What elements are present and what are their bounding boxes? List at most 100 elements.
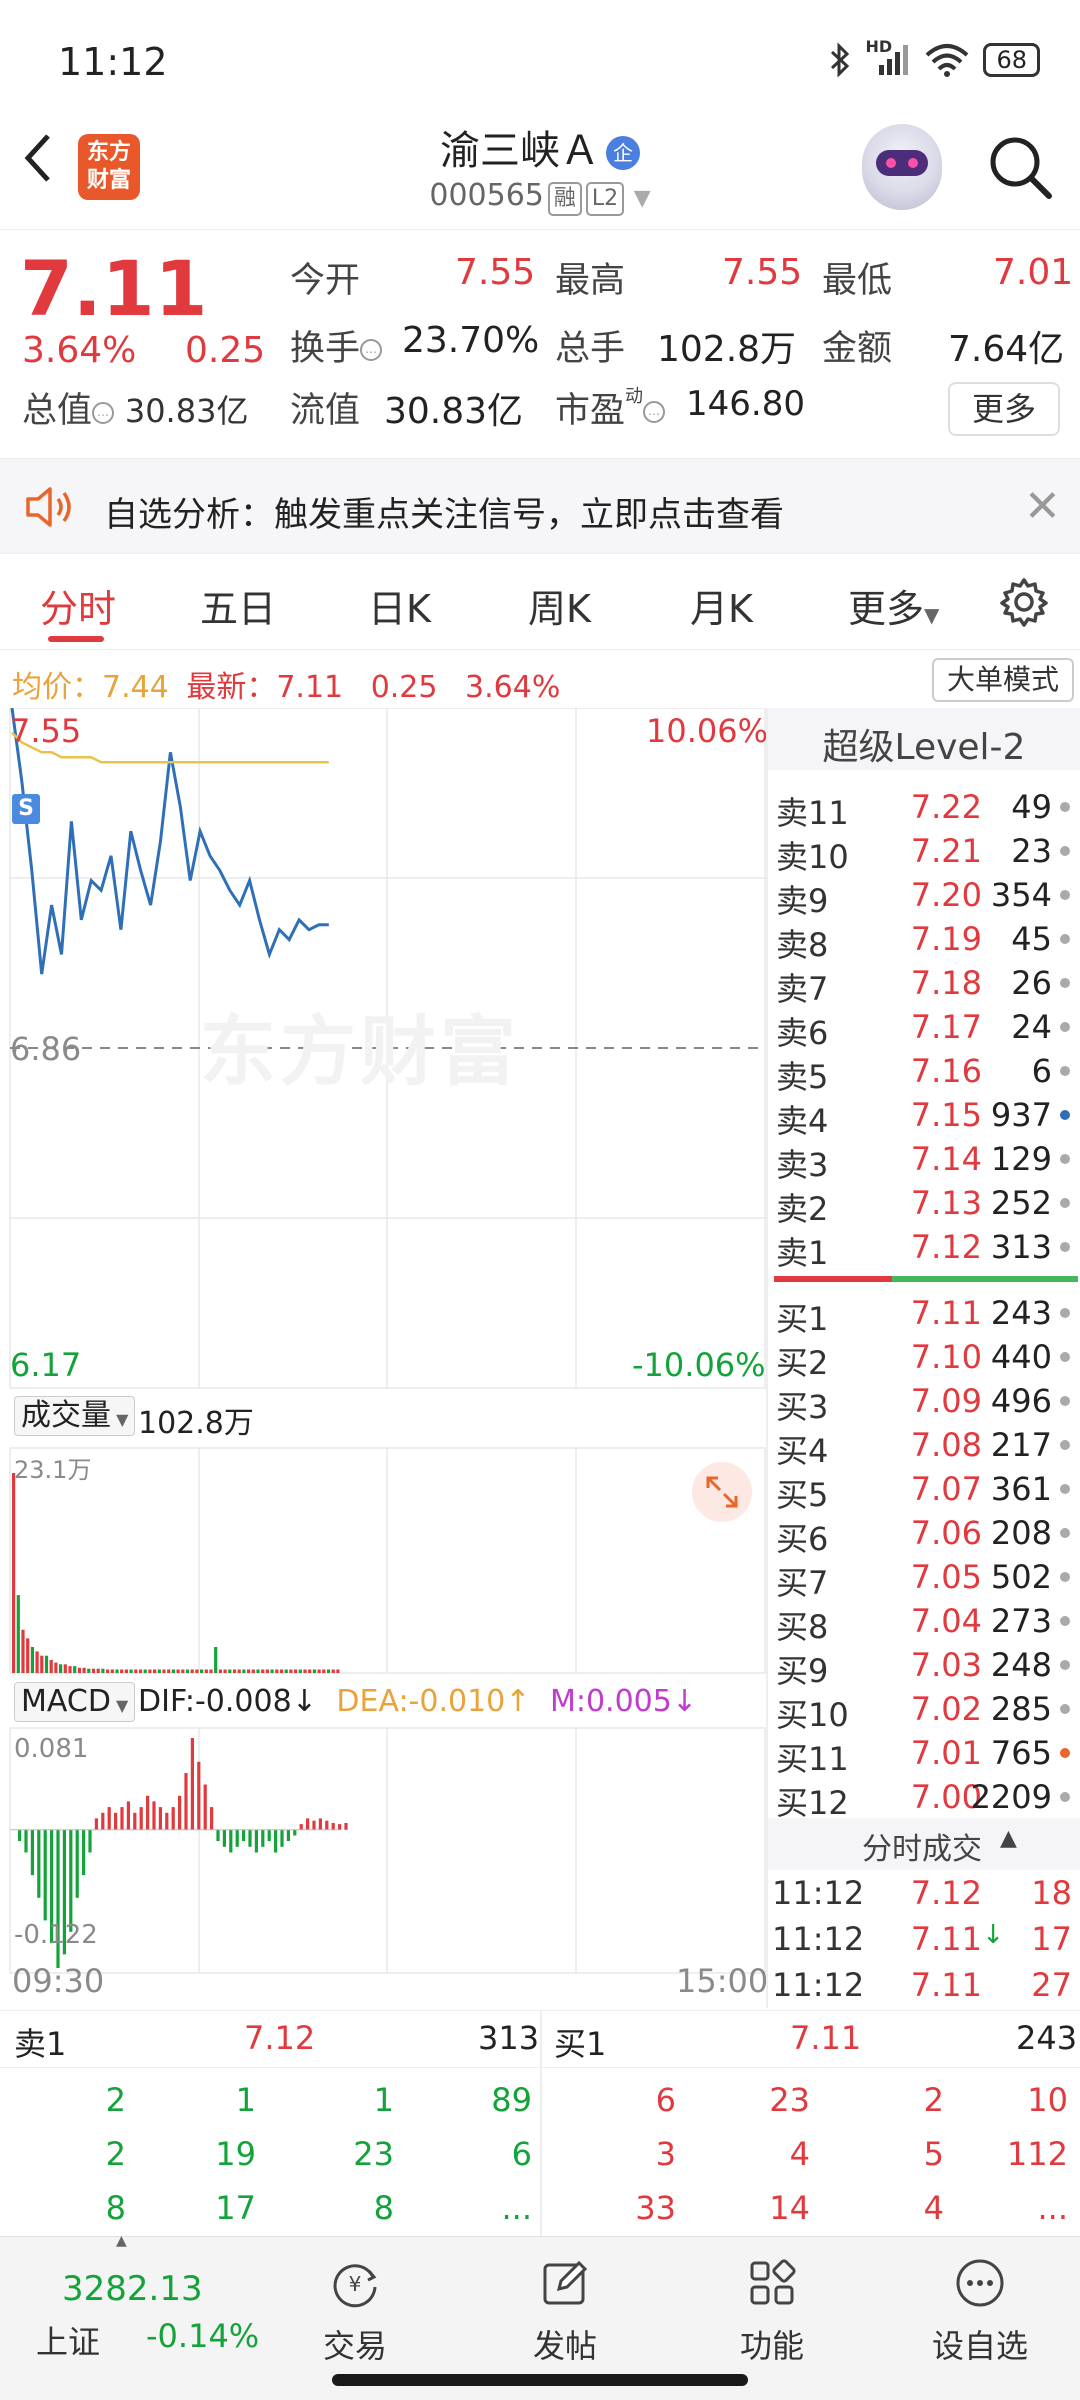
volume-bar [162, 1669, 166, 1673]
chart-top-price: 7.55 [10, 712, 82, 750]
macd-bar [69, 1829, 73, 1932]
battery-icon: 68 [983, 43, 1040, 77]
nav-post[interactable]: 发帖 [465, 2237, 665, 2367]
orderbook-bid-row[interactable]: 买5 7.07 361 [768, 1466, 1080, 1514]
orderbook-ask-row[interactable]: 卖10 7.21 23 [768, 828, 1080, 876]
back-button[interactable] [18, 128, 78, 208]
depth-sell-vol: 313 [478, 2019, 540, 2057]
volume-bar [317, 1669, 321, 1673]
info-icon: … [643, 401, 666, 423]
volume-bar [77, 1667, 81, 1673]
tick-trades-header[interactable]: 分时成交 ▲ [768, 1818, 1080, 1870]
tab-monthly-k[interactable]: 月K [690, 578, 753, 633]
depth-buy-cell: 112 [1006, 2135, 1068, 2173]
orderbook-bid-row[interactable]: 买11 7.01 765 [768, 1730, 1080, 1778]
volume-bar [106, 1669, 110, 1673]
tick-trade-row[interactable]: 11:12 7.11 ↓ 17 [768, 1918, 1080, 1964]
orderbook-ask-row[interactable]: 卖8 7.19 45 [768, 916, 1080, 964]
nav-add-watchlist[interactable]: 设自选 [880, 2237, 1080, 2367]
app-logo[interactable]: 东方 财富 [78, 134, 140, 200]
info-icon[interactable]: … [92, 401, 115, 424]
bid-dot [1060, 1440, 1070, 1450]
volume-bar [190, 1669, 194, 1673]
tab-daily-k[interactable]: 日K [368, 578, 431, 633]
notice-bar[interactable]: 自选分析：触发重点关注信号，立即点击查看 ✕ [0, 458, 1080, 554]
home-indicator[interactable] [332, 2374, 748, 2386]
more-button[interactable]: 更多 [948, 382, 1060, 436]
volume-bar [16, 1595, 20, 1673]
orderbook-ask-row[interactable]: 卖3 7.14 129 [768, 1136, 1080, 1184]
depth-sell-cell: 2 [105, 2135, 126, 2173]
volume-bar [204, 1669, 208, 1673]
depth-buy-cell: 6 [655, 2081, 676, 2119]
gear-icon[interactable] [998, 576, 1050, 628]
tick-trade-row[interactable]: 11:12 7.12 18 [768, 1872, 1080, 1918]
orderbook-header[interactable]: 超级Level-2 [768, 708, 1080, 770]
orderbook-bid-row[interactable]: 买1 7.11 243 [768, 1290, 1080, 1338]
robot-assistant-icon[interactable] [862, 124, 942, 210]
depth-sell-label: 卖1 [14, 2025, 67, 2063]
orderbook-bid-row[interactable]: 买10 7.02 285 [768, 1686, 1080, 1734]
tick-trade-row[interactable]: 11:12 7.11 27 [768, 1964, 1080, 2010]
tab-more[interactable]: 更多▼ [848, 578, 939, 633]
pe-label[interactable]: 市盈动… [555, 382, 666, 433]
volume-bar [195, 1669, 199, 1673]
bid-volume: 496 [990, 1382, 1052, 1420]
big-order-mode-button[interactable]: 大单模式 [932, 658, 1074, 702]
orderbook-bid-row[interactable]: 买8 7.04 273 [768, 1598, 1080, 1646]
bid-price: 7.04 [910, 1602, 982, 1640]
volume-bar [256, 1669, 260, 1673]
nav-functions[interactable]: 功能 [672, 2237, 872, 2367]
nav-trade[interactable]: ¥ 交易 [255, 2237, 455, 2367]
macd-bar [30, 1829, 34, 1876]
orderbook-bid-row[interactable]: 买9 7.03 248 [768, 1642, 1080, 1690]
orderbook-ask-row[interactable]: 卖6 7.17 24 [768, 1004, 1080, 1052]
bid-dot [1060, 1792, 1070, 1802]
orderbook-bid-row[interactable]: 买6 7.06 208 [768, 1510, 1080, 1558]
tab-weekly-k[interactable]: 周K [528, 578, 591, 633]
volume-label: 总手 [555, 329, 626, 369]
tab-five-day[interactable]: 五日 [200, 578, 276, 633]
search-icon[interactable] [985, 132, 1055, 202]
macd-indicator-dropdown[interactable]: MACD ▼ [14, 1682, 136, 1722]
orderbook-ask-row[interactable]: 卖9 7.20 354 [768, 872, 1080, 920]
volume-indicator-dropdown[interactable]: 成交量 ▼ [14, 1396, 136, 1436]
turnover-label[interactable]: 换手… [290, 320, 383, 371]
depth-sell-cell: ... [501, 2189, 532, 2227]
sell-signal-marker[interactable]: S [12, 794, 40, 824]
ask-price: 7.13 [910, 1184, 982, 1222]
volume-bar [44, 1655, 49, 1673]
depth-table[interactable]: 卖1 7.12 313 买1 7.11 243 2 1 1 89 2 19 23 6 8 17 8.… [0, 2010, 1080, 2237]
orderbook-ask-row[interactable]: 卖5 7.16 6 [768, 1048, 1080, 1096]
orderbook-bid-row[interactable]: 买2 7.10 440 [768, 1334, 1080, 1382]
macd-bar [101, 1812, 105, 1830]
volume-bar [270, 1669, 274, 1673]
orderbook-bid-row[interactable]: 买12 7.00 2209 [768, 1774, 1080, 1822]
volume-bar [237, 1669, 241, 1673]
ask-volume: 252 [990, 1184, 1052, 1222]
ask-volume: 24 [1011, 1008, 1052, 1046]
tab-minute[interactable]: 分时 [40, 578, 116, 633]
macd-bar [331, 1823, 335, 1830]
expand-button[interactable] [692, 1462, 752, 1522]
orderbook-ask-row[interactable]: 卖4 7.15 937 [768, 1092, 1080, 1140]
macd-bar [152, 1801, 156, 1830]
bid-dot [1060, 1396, 1070, 1406]
ask-volume: 6 [1031, 1052, 1052, 1090]
orderbook-ask-row[interactable]: 卖2 7.13 252 [768, 1180, 1080, 1228]
orderbook-bid-row[interactable]: 买7 7.05 502 [768, 1554, 1080, 1602]
orderbook-ask-row[interactable]: 卖1 7.12 313 [768, 1224, 1080, 1272]
orderbook-bid-row[interactable]: 买4 7.08 217 [768, 1422, 1080, 1470]
macd-bar [165, 1812, 169, 1830]
orderbook-ask-row[interactable]: 卖11 7.22 49 [768, 784, 1080, 832]
index-ticker[interactable]: ▲ 3282.13 上证 -0.14% [0, 2233, 259, 2367]
volume-max-label: 23.1万 [14, 1456, 92, 1484]
volume-bar [289, 1669, 293, 1673]
ask-price: 7.15 [910, 1096, 982, 1134]
depth-buy-cell: ... [1037, 2189, 1068, 2227]
volume-bar [59, 1664, 63, 1673]
ask-volume: 45 [1011, 920, 1052, 958]
orderbook-ask-row[interactable]: 卖7 7.18 26 [768, 960, 1080, 1008]
orderbook-bid-row[interactable]: 买3 7.09 496 [768, 1378, 1080, 1426]
close-icon[interactable]: ✕ [1024, 481, 1061, 532]
